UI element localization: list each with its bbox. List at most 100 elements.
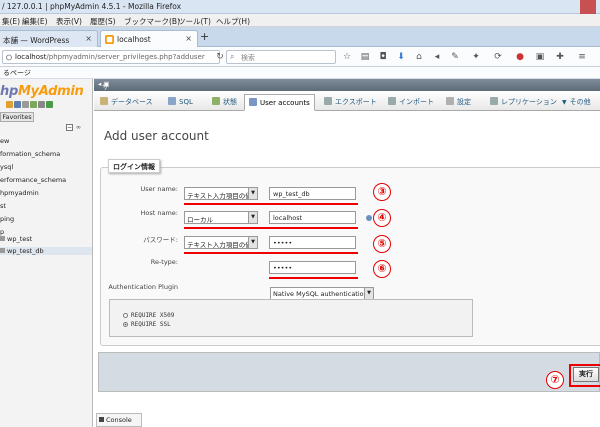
logout-icon[interactable] — [14, 101, 21, 108]
radio-button[interactable] — [123, 322, 128, 327]
share-icon[interactable]: ◂ — [431, 51, 443, 63]
tab-settings[interactable]: 設定 — [442, 94, 475, 111]
breadcrumb: ◂ ▣ サーバ — [94, 79, 600, 111]
password-input[interactable]: ••••• — [269, 236, 356, 249]
chevron-down-icon: ▼ — [248, 212, 257, 223]
db-item[interactable]: erformance_schema — [0, 176, 66, 184]
tab-more[interactable]: ▼ その他 — [558, 94, 595, 111]
db-item[interactable]: formation_schema — [0, 150, 60, 158]
new-tab-icon[interactable]: + — [200, 30, 209, 43]
db-item-selected[interactable]: wp_test_db — [0, 247, 92, 255]
browser-tab-localhost[interactable]: localhost × — [100, 30, 198, 47]
annotation-badge-5: ⑤ — [373, 235, 391, 253]
tools-icon[interactable]: ✦ — [470, 51, 482, 63]
db-item[interactable]: wp_test — [0, 235, 32, 243]
collapse-all-icon[interactable]: − — [66, 124, 73, 131]
close-tab-icon[interactable]: × — [85, 34, 92, 43]
home-icon[interactable]: ⌂ — [413, 51, 425, 63]
retype-label: Re-type: — [150, 258, 178, 266]
close-tab-icon[interactable]: × — [185, 34, 192, 43]
extension-icon[interactable]: ● — [514, 51, 526, 63]
menu-item[interactable]: 履歴(S) — [90, 16, 116, 27]
quick-icons — [6, 101, 54, 110]
phpmyadmin-logo[interactable]: hpMyAdmin — [0, 84, 84, 99]
db-item[interactable]: ping — [0, 215, 14, 223]
tab-status[interactable]: 状態 — [208, 94, 241, 111]
tab-import[interactable]: インポート — [384, 94, 438, 111]
menubar: 集(E) 編集(E) 表示(V) 履歴(S) ブックマーク(B) ツール(T) … — [0, 14, 600, 27]
window-titlebar: / 127.0.0.1 | phpMyAdmin 4.5.1 - Mozilla… — [0, 0, 600, 14]
menu-item[interactable]: 表示(V) — [56, 16, 82, 27]
browser-tab-wordpress[interactable]: 本舗 — WordPress × — [0, 30, 98, 47]
chevron-down-icon: ▼ — [364, 288, 373, 299]
docs-icon[interactable] — [22, 101, 29, 108]
bookmark-item[interactable]: るページ — [3, 68, 31, 78]
top-menu: データベース SQL 状態 User accounts エクスポート インポート… — [94, 91, 600, 111]
login-info-legend: ログイン情報 — [108, 159, 160, 173]
breadcrumb-server[interactable]: ◂ ▣ サーバ — [98, 80, 109, 111]
favorites-tab[interactable]: Favorites — [0, 112, 34, 122]
menu-item[interactable]: 集(E) — [2, 16, 20, 27]
tab-export[interactable]: エクスポート — [320, 94, 381, 111]
reading-list-icon[interactable]: ▤ — [359, 51, 371, 63]
sync-icon[interactable]: ⟳ — [492, 51, 504, 63]
go-button[interactable]: 実行 — [573, 367, 599, 382]
ssl-options-box: REQUIRE X509 REQUIRE SSL — [109, 299, 473, 337]
star-bookmark-icon[interactable]: ☆ — [341, 51, 353, 63]
menu-item[interactable]: ヘルプ(H) — [216, 16, 250, 27]
db-item[interactable]: hpmyadmin — [0, 189, 39, 197]
maximize-icon[interactable] — [562, 0, 578, 14]
docs-icon[interactable] — [30, 101, 37, 108]
download-icon[interactable]: ⬇ — [395, 51, 407, 63]
ssl-option-x509[interactable]: REQUIRE X509 — [123, 312, 174, 319]
tab-databases[interactable]: データベース — [96, 94, 157, 111]
db-item[interactable]: ysql — [0, 163, 13, 171]
help-hint-icon[interactable] — [366, 215, 372, 221]
annotation-underline — [184, 203, 358, 205]
username-type-select[interactable]: テキスト入力項目の値を ▼ — [184, 187, 258, 200]
tab-sql[interactable]: SQL — [164, 94, 197, 111]
password-type-select[interactable]: テキスト入力項目の値を ▼ — [184, 236, 258, 249]
url-bar[interactable]: localhost/phpmyadmin/server_privileges.p… — [2, 50, 220, 64]
search-input[interactable]: ⌕ 検索 — [226, 50, 336, 64]
retype-password-input[interactable]: ••••• — [269, 261, 356, 274]
reload-icon[interactable] — [46, 101, 53, 108]
annotation-badge-7: ⑦ — [546, 371, 564, 389]
addon-icon[interactable]: ✎ — [449, 51, 461, 63]
tab-replication[interactable]: レプリケーション — [486, 94, 561, 111]
phpmyadmin-favicon-icon — [105, 35, 114, 44]
minimize-icon[interactable] — [544, 0, 560, 14]
hostname-input[interactable]: localhost — [269, 211, 356, 224]
db-item[interactable]: ew — [0, 137, 9, 145]
ssl-option-ssl[interactable]: REQUIRE SSL — [123, 321, 171, 328]
developer-icon[interactable]: ✚ — [554, 51, 566, 63]
tab-label: localhost — [117, 35, 151, 44]
link-icon[interactable]: ∞ — [76, 124, 81, 131]
page-title: Add user account — [104, 129, 209, 143]
info-icon — [6, 54, 12, 61]
close-window-icon[interactable] — [580, 0, 596, 14]
menu-item[interactable]: 編集(E) — [22, 16, 48, 27]
reload-icon[interactable]: ↻ — [214, 51, 226, 63]
username-input[interactable]: wp_test_db — [269, 187, 356, 200]
console-toggle[interactable]: Console — [96, 413, 142, 427]
pocket-icon[interactable]: ◘ — [377, 51, 389, 63]
screenshot-icon[interactable]: ▣ — [534, 51, 546, 63]
hostname-type-select[interactable]: ローカル ▼ — [184, 211, 258, 224]
settings-icon[interactable] — [38, 101, 45, 108]
navigation-sidebar: hpMyAdmin Favorites − ∞ ew formation_sch… — [0, 79, 93, 427]
home-icon[interactable] — [6, 101, 13, 108]
password-label: パスワード: — [143, 236, 178, 244]
browser-tabbar: 本舗 — WordPress × localhost × — [0, 27, 600, 47]
menu-icon[interactable]: ≡ — [576, 51, 588, 63]
chevron-down-icon: ▼ — [248, 237, 257, 248]
radio-button[interactable] — [123, 313, 128, 318]
tab-user-accounts[interactable]: User accounts — [244, 94, 315, 111]
annotation-badge-3: ③ — [373, 183, 391, 201]
bookmarks-bar: るページ — [0, 67, 600, 79]
db-item[interactable]: st — [0, 202, 6, 210]
menu-item[interactable]: ツール(T) — [178, 16, 211, 27]
menu-item[interactable]: ブックマーク(B) — [124, 16, 180, 27]
browser-navbar: localhost/phpmyadmin/server_privileges.p… — [0, 47, 600, 67]
window-title: / 127.0.0.1 | phpMyAdmin 4.5.1 - Mozilla… — [2, 2, 182, 11]
